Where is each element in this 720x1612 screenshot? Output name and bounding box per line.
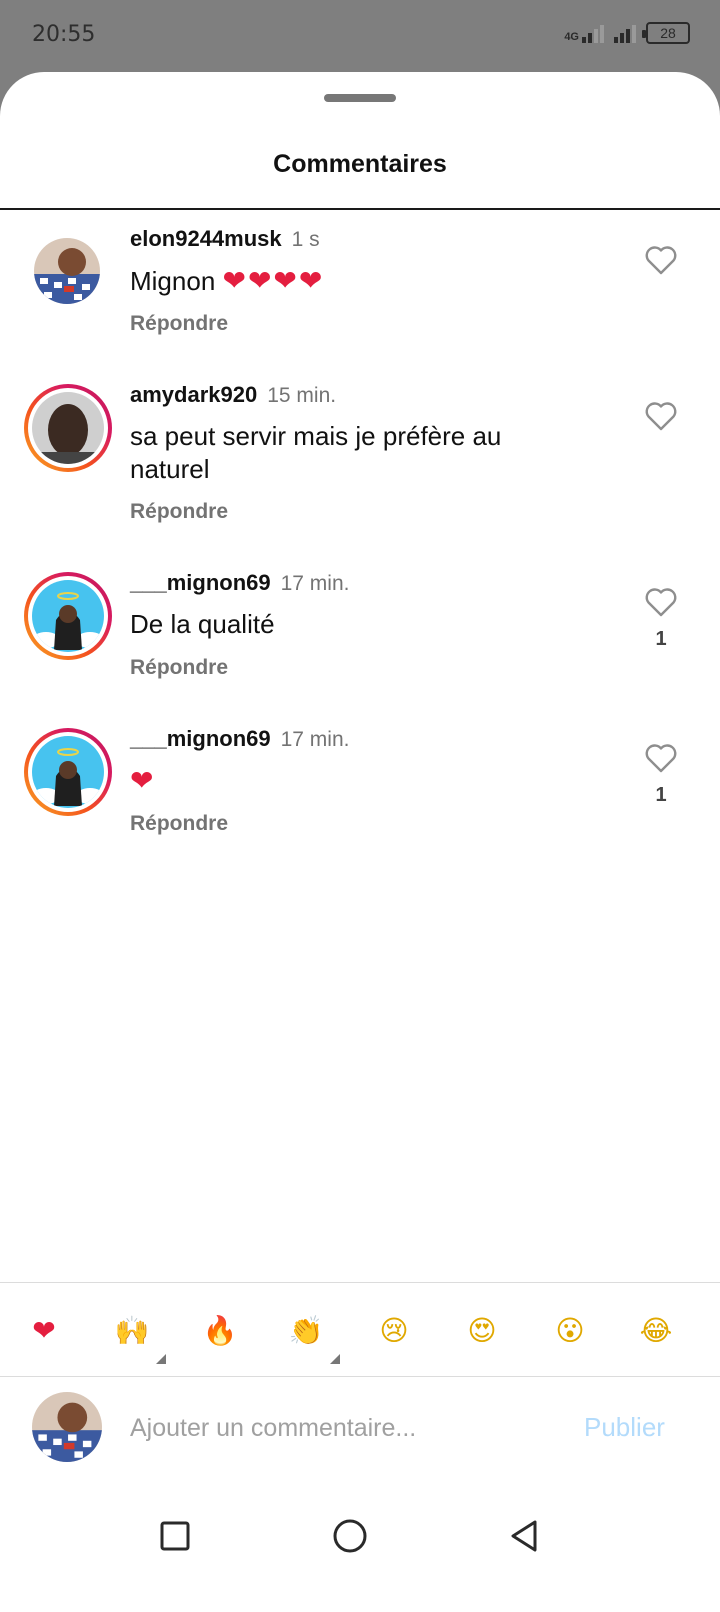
crying-face-icon[interactable]: 😢 [366,1302,422,1358]
heart-eyes-icon[interactable]: 😍 [454,1302,510,1358]
avatar [32,580,104,652]
avatar [32,736,104,808]
reply-button[interactable]: Répondre [130,812,228,836]
comment-text: Mignon ❤❤❤❤ [130,264,550,298]
emoji-bar-divider [0,1282,720,1283]
publish-button[interactable]: Publier [584,1412,665,1443]
avatar-story-ring[interactable] [24,572,112,660]
system-nav-bar [0,1476,720,1612]
clapping-hands-icon[interactable]: 👏 [278,1302,340,1364]
comment-text: De la qualité [130,609,275,639]
comment-time: 17 min. [280,728,350,751]
emoji-quick-bar: ❤ 🙌 🔥 👏 😢 😍 😮 😂 [0,1296,720,1368]
comment-username[interactable]: ___mignon69 17 min. [130,570,349,596]
raising-hands-icon[interactable]: 🙌 [104,1302,166,1364]
avatar-image [32,736,104,808]
composer-avatar [32,1392,102,1462]
clapping-hands-glyph: 👏 [288,1313,324,1347]
heart-emoji-icon: ❤❤❤❤ [222,264,325,297]
red-heart-icon[interactable]: ❤ [16,1302,72,1358]
username-text[interactable]: ___mignon69 [130,726,271,751]
avatar-image [32,392,104,464]
drag-handle[interactable] [324,94,396,102]
avatar-image [32,1392,102,1462]
sheet-title: Commentaires [273,150,447,178]
like-heart-icon[interactable] [644,400,678,432]
like-heart-icon[interactable] [644,586,678,618]
comment-time: 1 s [291,228,320,251]
like-heart-icon[interactable] [644,742,678,774]
status-time: 20:55 [32,22,96,47]
network-label: 4G [564,31,579,43]
back-triangle-icon[interactable] [492,1504,556,1568]
avatar-image [32,580,104,652]
avatar [32,392,104,464]
status-bar: 20:55 4G 28 [0,0,720,72]
reply-button[interactable]: Répondre [130,500,228,524]
comment-time: 17 min. [280,572,350,595]
comment-text: ❤ [130,764,550,798]
battery-icon: 28 [642,22,690,44]
comment-username[interactable]: elon9244musk 1 s [130,226,320,252]
avatar[interactable] [34,238,100,304]
battery-level: 28 [660,25,676,41]
avatar-story-ring[interactable] [24,384,112,472]
composer-divider [0,1376,720,1377]
recents-square-icon[interactable] [143,1504,207,1568]
raising-hands-glyph: 🙌 [114,1313,150,1347]
username-text[interactable]: elon9244musk [130,226,282,251]
signal-2-icon [614,23,636,43]
reply-button[interactable]: Répondre [130,656,228,680]
comment-input[interactable] [130,1404,550,1452]
username-text[interactable]: ___mignon69 [130,570,271,595]
status-icons: 4G 28 [564,22,690,44]
like-heart-icon[interactable] [644,244,678,276]
avatar-image [34,238,100,304]
reply-button[interactable]: Répondre [130,312,228,336]
home-circle-icon[interactable] [318,1504,382,1568]
signal-icon [582,23,604,43]
network-indicator: 4G [564,23,604,43]
fire-icon[interactable]: 🔥 [192,1302,248,1358]
avatar-story-ring[interactable] [24,728,112,816]
tears-of-joy-icon[interactable]: 😂 [628,1302,684,1358]
comments-sheet: Commentaires [0,72,720,1612]
variant-indicator-icon [156,1354,166,1364]
variant-indicator-icon [330,1354,340,1364]
like-count[interactable]: 1 [644,628,678,651]
like-count[interactable]: 1 [644,784,678,807]
heart-emoji-icon: ❤ [130,764,156,797]
comment-username[interactable]: ___mignon69 17 min. [130,726,349,752]
comment-username[interactable]: amydark920 15 min. [130,382,336,408]
comment-time: 15 min. [267,384,337,407]
comment-text: sa peut servir mais je préfère au nature… [130,421,502,484]
surprised-face-icon[interactable]: 😮 [542,1302,598,1358]
username-text[interactable]: amydark920 [130,382,257,407]
comment-body: Mignon [130,266,223,296]
title-divider [0,208,720,210]
